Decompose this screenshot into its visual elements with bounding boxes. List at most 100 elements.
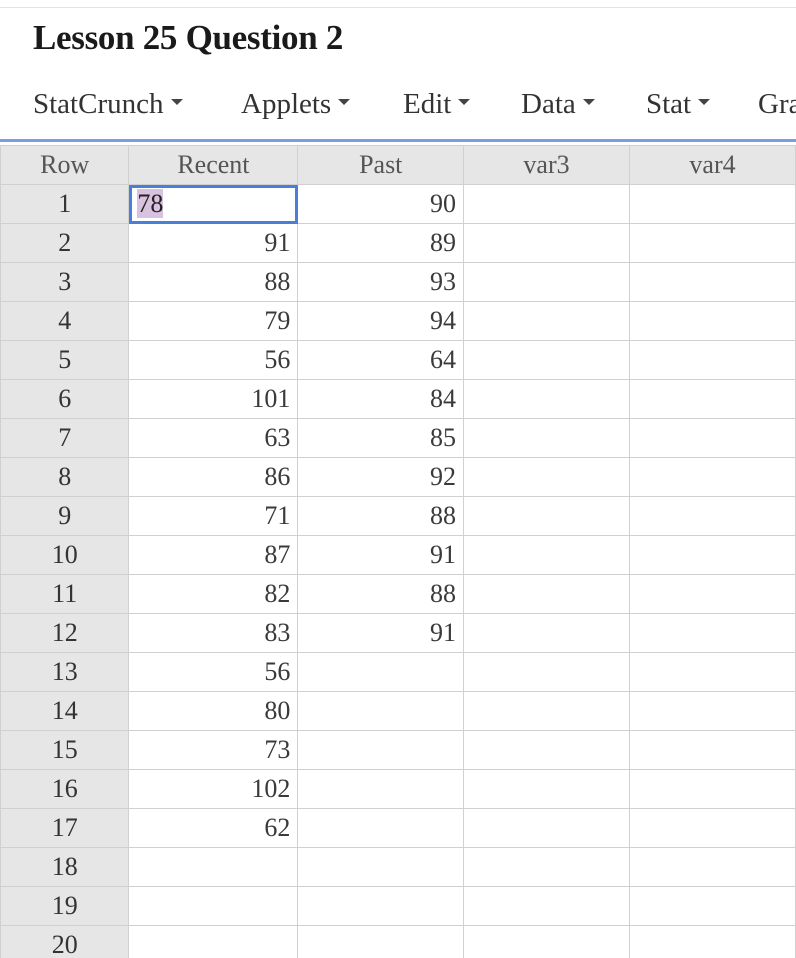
cell-var4[interactable] [629, 457, 796, 497]
cell-past[interactable]: 91 [297, 535, 465, 575]
cell-past[interactable] [297, 886, 465, 926]
cell-var4[interactable] [629, 340, 796, 380]
row-number[interactable]: 15 [0, 730, 130, 770]
row-number[interactable]: 19 [0, 886, 130, 926]
cell-recent[interactable]: 102 [128, 769, 299, 809]
cell-var3[interactable] [463, 379, 631, 419]
cell-recent[interactable]: 86 [128, 457, 299, 497]
menu-data[interactable]: Data [521, 88, 595, 121]
menu-edit[interactable]: Edit [403, 88, 471, 121]
cell-var4[interactable] [629, 730, 796, 770]
row-number[interactable]: 3 [0, 262, 130, 302]
cell-var4[interactable] [629, 691, 796, 731]
cell-recent[interactable]: 71 [128, 496, 299, 536]
cell-past[interactable]: 88 [297, 574, 465, 614]
cell-past[interactable]: 89 [297, 223, 465, 263]
cell-past[interactable] [297, 652, 465, 692]
row-number[interactable]: 7 [0, 418, 130, 458]
cell-recent[interactable] [128, 847, 299, 887]
row-number[interactable]: 16 [0, 769, 130, 809]
cell-past[interactable] [297, 847, 465, 887]
cell-past[interactable]: 84 [297, 379, 465, 419]
cell-past[interactable]: 90 [297, 184, 465, 224]
column-header-var3[interactable]: var3 [463, 145, 631, 185]
cell-var4[interactable] [629, 418, 796, 458]
row-number[interactable]: 9 [0, 496, 130, 536]
cell-var3[interactable] [463, 730, 631, 770]
column-header-row[interactable]: Row [0, 145, 130, 185]
cell-var4[interactable] [629, 808, 796, 848]
cell-var4[interactable] [629, 925, 796, 958]
cell-recent[interactable] [128, 886, 299, 926]
cell-recent[interactable]: 91 [128, 223, 299, 263]
column-header-past[interactable]: Past [297, 145, 465, 185]
cell-recent[interactable]: 87 [128, 535, 299, 575]
row-number[interactable]: 17 [0, 808, 130, 848]
cell-var4[interactable] [629, 574, 796, 614]
column-header-var4[interactable]: var4 [629, 145, 796, 185]
cell-recent[interactable]: 88 [128, 262, 299, 302]
cell-var3[interactable] [463, 262, 631, 302]
cell-recent[interactable]: 56 [128, 340, 299, 380]
row-number[interactable]: 2 [0, 223, 130, 263]
cell-past[interactable] [297, 769, 465, 809]
menu-graph[interactable]: Gra [758, 88, 796, 121]
cell-var4[interactable] [629, 652, 796, 692]
cell-var3[interactable] [463, 652, 631, 692]
menu-stat[interactable]: Stat [646, 88, 711, 121]
cell-var4[interactable] [629, 301, 796, 341]
cell-past[interactable] [297, 691, 465, 731]
cell-recent[interactable]: 83 [128, 613, 299, 653]
cell-recent[interactable]: 80 [128, 691, 299, 731]
cell-past[interactable]: 91 [297, 613, 465, 653]
cell-var3[interactable] [463, 769, 631, 809]
cell-var4[interactable] [629, 379, 796, 419]
row-number[interactable]: 13 [0, 652, 130, 692]
row-number[interactable]: 18 [0, 847, 130, 887]
cell-var3[interactable] [463, 184, 631, 224]
cell-past[interactable]: 94 [297, 301, 465, 341]
cell-past[interactable]: 85 [297, 418, 465, 458]
row-number[interactable]: 8 [0, 457, 130, 497]
cell-var3[interactable] [463, 808, 631, 848]
cell-var4[interactable] [629, 886, 796, 926]
cell-past[interactable]: 88 [297, 496, 465, 536]
cell-past[interactable] [297, 925, 465, 958]
menu-applets[interactable]: Applets [241, 88, 351, 121]
cell-var3[interactable] [463, 223, 631, 263]
cell-var4[interactable] [629, 223, 796, 263]
row-number[interactable]: 10 [0, 535, 130, 575]
cell-recent[interactable]: 73 [128, 730, 299, 770]
cell-var4[interactable] [629, 847, 796, 887]
cell-var3[interactable] [463, 613, 631, 653]
cell-recent[interactable]: 101 [128, 379, 299, 419]
cell-recent[interactable]: 56 [128, 652, 299, 692]
cell-var4[interactable] [629, 262, 796, 302]
cell-var3[interactable] [463, 847, 631, 887]
cell-recent[interactable]: 62 [128, 808, 299, 848]
cell-var4[interactable] [629, 613, 796, 653]
menu-statcrunch[interactable]: StatCrunch [33, 88, 183, 121]
cell-var4[interactable] [629, 184, 796, 224]
cell-past[interactable]: 93 [297, 262, 465, 302]
cell-var3[interactable] [463, 340, 631, 380]
cell-past[interactable]: 92 [297, 457, 465, 497]
row-number[interactable]: 4 [0, 301, 130, 341]
cell-past[interactable]: 64 [297, 340, 465, 380]
cell-var3[interactable] [463, 457, 631, 497]
cell-var3[interactable] [463, 418, 631, 458]
row-number[interactable]: 1 [0, 184, 130, 224]
cell-var3[interactable] [463, 574, 631, 614]
cell-var3[interactable] [463, 925, 631, 958]
row-number[interactable]: 5 [0, 340, 130, 380]
cell-past[interactable] [297, 808, 465, 848]
cell-var4[interactable] [629, 535, 796, 575]
cell-var3[interactable] [463, 691, 631, 731]
cell-past[interactable] [297, 730, 465, 770]
cell-recent[interactable]: 79 [128, 301, 299, 341]
cell-var4[interactable] [629, 496, 796, 536]
row-number[interactable]: 12 [0, 613, 130, 653]
row-number[interactable]: 6 [0, 379, 130, 419]
cell-var3[interactable] [463, 886, 631, 926]
column-header-recent[interactable]: Recent [128, 145, 299, 185]
